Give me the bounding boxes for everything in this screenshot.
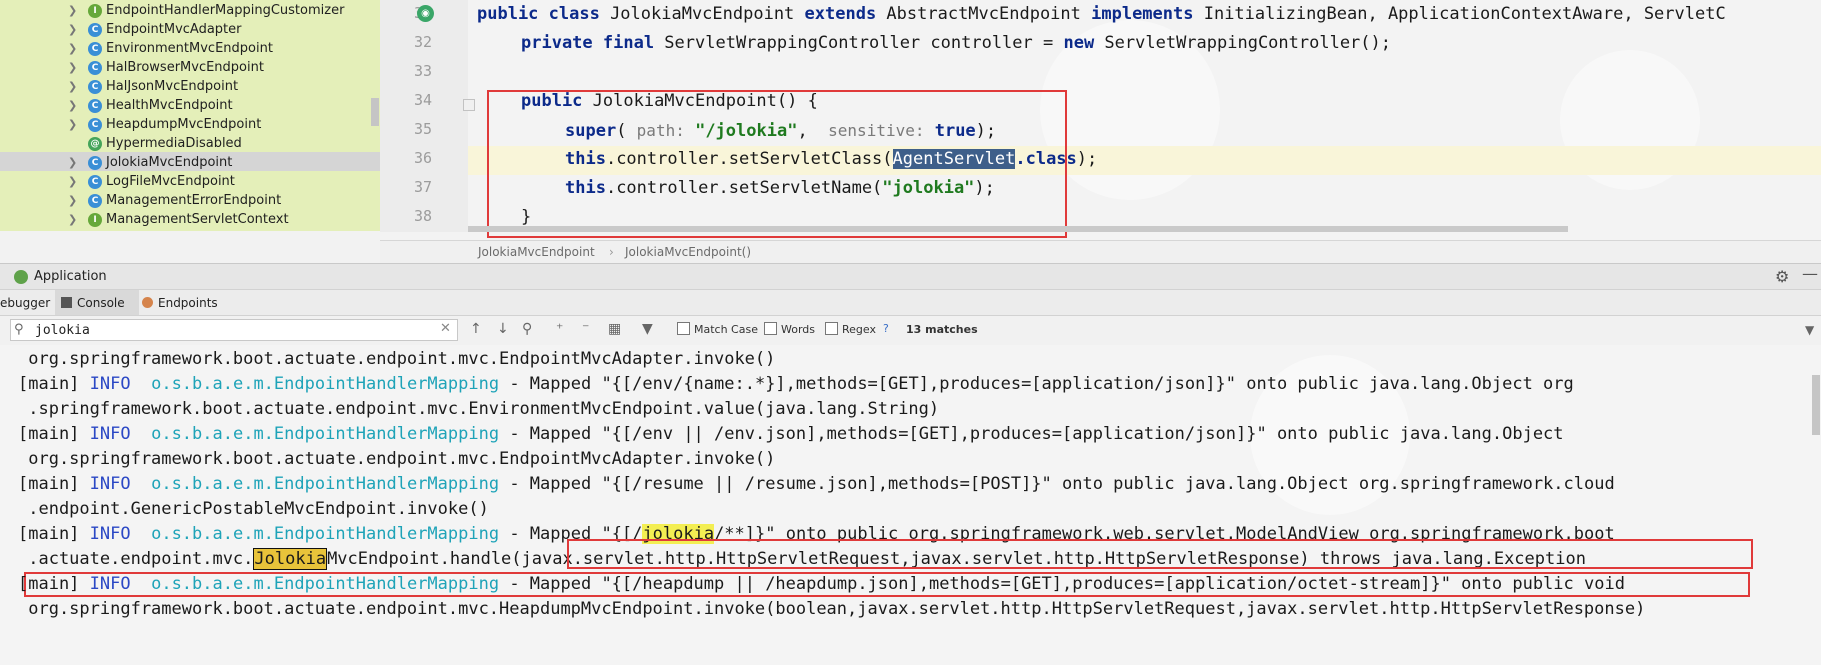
class-icon: C <box>88 80 102 94</box>
breadcrumb-method[interactable]: JolokiaMvcEndpoint() <box>625 241 751 263</box>
class-icon: C <box>88 61 102 75</box>
remove-selection-icon[interactable]: ⁻ <box>582 321 589 337</box>
minimize-icon[interactable]: — <box>1802 264 1818 283</box>
tab-debugger[interactable]: ebugger <box>0 290 50 316</box>
editor-horizontal-scrollbar[interactable] <box>468 226 1568 232</box>
run-config-title[interactable]: Application <box>34 264 107 290</box>
class-icon: C <box>88 99 102 113</box>
find-occurrences-icon[interactable]: ⚲ <box>522 321 532 337</box>
tree-scrollbar[interactable] <box>371 98 379 126</box>
console-output[interactable]: org.springframework.boot.actuate.endpoin… <box>0 345 1821 665</box>
breadcrumb-class[interactable]: JolokiaMvcEndpoint <box>478 241 595 263</box>
add-selection-icon[interactable]: ⁺ <box>556 321 563 337</box>
tab-console[interactable]: Console <box>55 290 139 318</box>
line-number: 38 <box>413 207 432 225</box>
console-line: org.springframework.boot.actuate.endpoin… <box>18 599 1646 619</box>
filter-results-icon[interactable]: ▼ <box>1805 323 1814 337</box>
line-number: 32 <box>413 33 432 51</box>
current-search-match: Jolokia <box>253 548 328 570</box>
arrow-down-icon[interactable]: ↓ <box>497 321 509 337</box>
close-icon[interactable]: ✕ <box>440 321 451 336</box>
class-icon: C <box>88 156 102 170</box>
spring-boot-icon <box>14 270 28 284</box>
interface-icon: I <box>88 213 102 227</box>
line-number: 37 <box>413 178 432 196</box>
bean-gutter-icon[interactable]: ◉ <box>417 5 434 22</box>
code-line-32: private final ServletWrappingController … <box>521 33 1391 53</box>
console-icon <box>61 297 72 308</box>
arrow-up-icon[interactable]: ↑ <box>470 321 482 337</box>
console-search-bar: ⚲ ✕ ↑ ↓ ⚲ ⁺ ⁻ ▦ ▼ Match Case Words Regex… <box>0 315 1821 347</box>
tree-item[interactable]: ❯ I ManagementServletContext <box>0 209 380 231</box>
console-scrollbar[interactable] <box>1812 375 1820 435</box>
gear-icon[interactable]: ⚙ <box>1775 267 1789 286</box>
chevron-right-icon[interactable]: ❯ <box>68 209 77 231</box>
class-icon: C <box>88 194 102 208</box>
filter-icon[interactable]: ▼ <box>642 321 653 337</box>
interface-icon: I <box>88 4 102 18</box>
constructor-highlight-box <box>487 90 1067 238</box>
search-input[interactable] <box>10 319 458 341</box>
annotation-icon: @ <box>88 137 102 151</box>
match-case-checkbox[interactable]: Match Case <box>677 322 758 336</box>
tab-endpoints[interactable]: Endpoints <box>142 290 232 316</box>
run-tabs: ebugger Console Endpoints <box>0 289 1821 318</box>
line-number: 33 <box>413 62 432 80</box>
regex-checkbox[interactable]: Regex <box>825 322 876 336</box>
line-number: 36 <box>413 149 432 167</box>
code-editor[interactable]: 31 32 33 34 35 36 37 38 ◉ public class J… <box>380 0 1821 263</box>
fold-marker-icon[interactable] <box>463 99 475 111</box>
breadcrumb-separator: › <box>609 245 614 259</box>
endpoints-icon <box>142 297 153 308</box>
search-icon[interactable]: ⚲ <box>14 322 24 337</box>
mapping-highlight-box <box>567 539 1753 569</box>
class-icon: C <box>88 42 102 56</box>
breadcrumb: JolokiaMvcEndpoint › JolokiaMvcEndpoint(… <box>380 240 1821 263</box>
words-checkbox[interactable]: Words <box>764 322 815 336</box>
class-icon: C <box>88 118 102 132</box>
code-line-31: public class JolokiaMvcEndpoint extends … <box>477 4 1726 24</box>
select-all-icon[interactable]: ▦ <box>608 321 621 337</box>
class-icon: C <box>88 23 102 37</box>
line-number: 35 <box>413 120 432 138</box>
project-tree: ❯ I EndpointHandlerMappingCustomizer ❯ C End… <box>0 0 380 263</box>
line-number: 34 <box>413 91 432 109</box>
editor-gutter: 31 32 33 34 35 36 37 38 ◉ <box>380 0 475 232</box>
regex-help-link[interactable]: ? <box>883 322 889 335</box>
match-count: 13 matches <box>906 323 978 336</box>
run-tool-window-header: Application ⚙ — <box>0 263 1821 290</box>
class-icon: C <box>88 175 102 189</box>
